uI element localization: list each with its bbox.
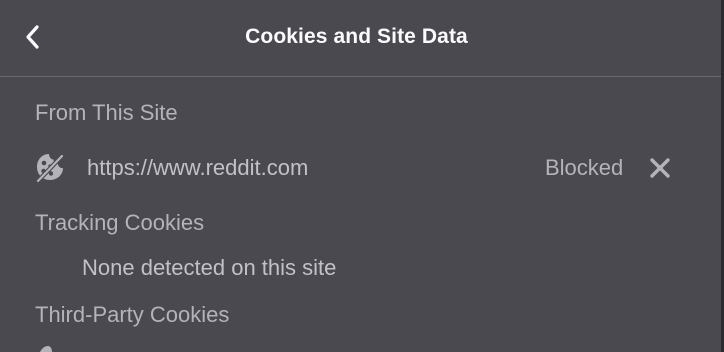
site-entry-row: https://www.reddit.com Blocked (0, 145, 721, 191)
remove-exception-button[interactable] (647, 155, 673, 181)
cookies-panel: Cookies and Site Data From This Site htt… (0, 0, 721, 352)
site-url: https://www.reddit.com (87, 155, 309, 180)
cookie-icon (40, 346, 52, 352)
header-divider (0, 76, 721, 77)
status-label: Blocked (545, 155, 624, 180)
section-heading-third-party-cookies: Third-Party Cookies (35, 302, 230, 327)
cookie-blocked-icon (35, 153, 65, 184)
empty-state-text: None detected on this site (82, 255, 337, 280)
panel-title: Cookies and Site Data (245, 25, 468, 48)
section-heading-from-this-site: From This Site (35, 100, 178, 125)
close-icon (650, 158, 670, 178)
section-heading-tracking-cookies: Tracking Cookies (35, 210, 205, 235)
panel-header: Cookies and Site Data (0, 0, 721, 76)
